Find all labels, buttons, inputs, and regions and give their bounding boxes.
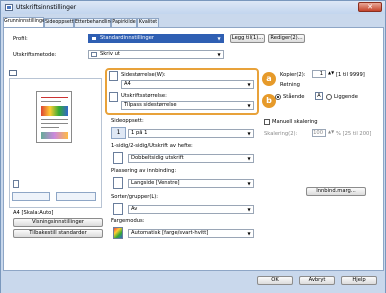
output-method-label: Utskriftsmetode: [13, 52, 57, 58]
color-mode-icon [113, 227, 123, 239]
dialog-footer: OK Avbryt Hjelp [1, 271, 385, 293]
scaling-label: Skalering(2): [264, 131, 298, 137]
highlight-frame [105, 68, 259, 115]
binding-select[interactable]: Langside [Venstre] ▼ [128, 179, 254, 188]
orientation-label: Retning [280, 82, 300, 88]
profile-select[interactable]: Standardinnstillinger ▼ [88, 34, 224, 43]
add-profile-button[interactable]: Legg til(1)... [230, 34, 265, 43]
binding-margin-button[interactable]: Innbind.marg... [306, 187, 366, 196]
copies-input[interactable]: 1 [312, 70, 326, 78]
duplex-value: Dobbeltsidig utskrift [131, 155, 184, 161]
binding-preview-icon [56, 192, 96, 201]
output-method-select[interactable]: Skriv ut ▼ [88, 50, 224, 59]
page-layout-label: Sideoppsett: [111, 118, 144, 124]
profile-label: Profil: [13, 36, 28, 42]
copy-icon [13, 180, 19, 188]
chevron-down-icon: ▼ [247, 231, 251, 236]
copies-label: Kopier(2): [280, 72, 306, 78]
chevron-down-icon: ▼ [217, 52, 221, 57]
color-mode-label: Fargemodus: [111, 218, 145, 224]
color-mode-select[interactable]: Automatisk [farge/svart-hvitt] ▼ [128, 229, 254, 238]
ok-button[interactable]: OK [257, 276, 293, 285]
restore-defaults-button[interactable]: Tilbakestill standarder [13, 229, 103, 238]
window-title: Utskriftsinnstillinger [16, 4, 77, 11]
landscape-label: Liggende [334, 94, 358, 100]
color-mode-value: Automatisk [farge/svart-hvitt] [131, 230, 209, 236]
sort-label: Sorter/grupper(L): [111, 194, 159, 200]
tab-basic-settings[interactable]: Grunninnstillinger [3, 17, 47, 27]
page-layout-select[interactable]: 1 på 1 ▼ [128, 129, 254, 138]
binding-value: Langside [Venstre] [131, 180, 180, 186]
chevron-down-icon: ▼ [247, 181, 251, 186]
portrait-label: Stående [283, 94, 305, 100]
sort-icon [113, 203, 123, 215]
profile-value: Standardinnstillinger [100, 35, 155, 41]
chevron-down-icon: ▼ [247, 207, 251, 212]
edit-profile-button[interactable]: Rediger(2)... [268, 34, 305, 43]
landscape-orientation-icon: A [315, 92, 323, 100]
callout-badge-b: b [262, 94, 276, 108]
sort-select[interactable]: Av ▼ [128, 205, 254, 214]
duplex-label: 1-sidig/2-sidig/Utskrift av hefte: [111, 143, 193, 149]
profile-icon [91, 36, 97, 41]
tab-paper-source[interactable]: Papirkilde [111, 18, 137, 27]
scaling-input[interactable]: 100 [312, 129, 326, 137]
preview-toggle-icon[interactable] [9, 70, 17, 76]
manual-scaling-checkbox[interactable] [264, 119, 270, 125]
tab-quality[interactable]: Kvalitet [137, 18, 159, 27]
scaling-range: % [25 til 200] [336, 131, 372, 137]
output-method-value: Skriv ut [100, 51, 120, 57]
landscape-radio[interactable] [326, 94, 332, 100]
copies-range: [1 til 9999] [336, 72, 365, 78]
duplex-preview-icon [12, 192, 50, 201]
layout-icon: 1 [111, 127, 126, 139]
page-layout-value: 1 på 1 [131, 130, 148, 136]
manual-scaling-label: Manuell skalering [272, 119, 318, 125]
close-button[interactable]: ✕ [358, 2, 382, 12]
portrait-radio[interactable] [275, 94, 281, 100]
chevron-down-icon: ▼ [247, 131, 251, 136]
chevron-down-icon: ▼ [217, 36, 221, 41]
cancel-button[interactable]: Avbryt [299, 276, 335, 285]
binding-icon [113, 177, 123, 189]
page-preview-image [36, 91, 72, 143]
duplex-select[interactable]: Dobbeltsidig utskrift ▼ [128, 154, 254, 163]
sort-value: Av [131, 206, 138, 212]
chevron-down-icon: ▼ [247, 156, 251, 161]
preview-caption: A4 [Skala:Auto] [13, 210, 54, 216]
binding-label: Plassering av innbinding: [111, 168, 177, 174]
copies-spin-icon[interactable]: ▲▼ [328, 70, 334, 75]
printer-icon [91, 52, 97, 57]
print-preview [9, 78, 102, 208]
help-button[interactable]: Hjelp [341, 276, 377, 285]
title-bar: Utskriftsinnstillinger ✕ [1, 1, 385, 14]
print-settings-window: Utskriftsinnstillinger ✕ Grunninnstillin… [0, 0, 386, 293]
tab-page-setup[interactable]: Sideoppsett [44, 18, 74, 27]
callout-badge-a: a [262, 72, 276, 86]
view-settings-button[interactable]: Visningsinnstillinger [13, 218, 103, 227]
printer-app-icon [5, 4, 13, 11]
duplex-icon [113, 152, 123, 164]
settings-panel: Profil: Standardinnstillinger ▼ Legg til… [3, 27, 384, 271]
tab-finishing[interactable]: Etterbehandling [74, 18, 114, 27]
scaling-spin-icon[interactable]: ▲▼ [328, 129, 334, 134]
